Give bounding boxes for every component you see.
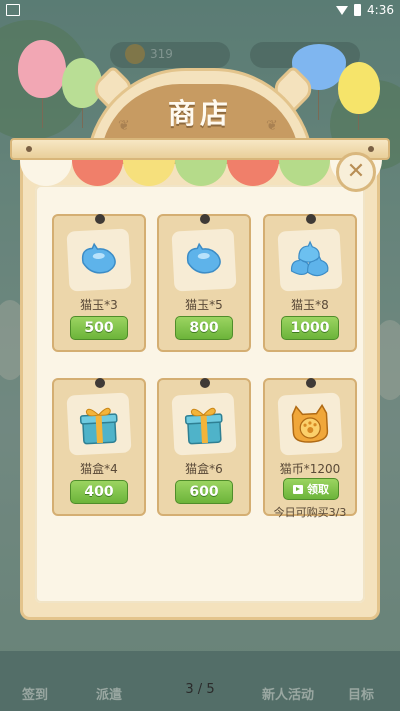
- wifi-icon: [336, 5, 349, 15]
- awning-segment: [20, 160, 72, 186]
- purchase-limit: 今日可购买3/3: [273, 506, 347, 519]
- item-icon-frame: [277, 228, 343, 292]
- awning-segment: [226, 160, 279, 186]
- cat-coin-icon: [291, 403, 329, 443]
- page-indicator: 3 / 5: [185, 682, 215, 697]
- cat-jade-pile-icon: [290, 240, 329, 277]
- item-icon-frame: [171, 392, 237, 456]
- item-name: 猫玉*8: [291, 298, 329, 312]
- leaf-deco-right-icon: ❦: [266, 118, 278, 134]
- balloon-pink-icon: [18, 40, 66, 98]
- close-x-icon: ✕: [346, 159, 366, 184]
- awning: [20, 160, 383, 190]
- buy-button[interactable]: 400: [70, 480, 128, 504]
- gallery-notification-icon: [6, 4, 20, 16]
- pin-icon: [306, 214, 316, 224]
- item-name: 猫盒*6: [185, 462, 223, 476]
- item-name: 猫玉*3: [80, 298, 118, 312]
- item-name: 猫盒*4: [80, 462, 118, 476]
- buy-button[interactable]: 500: [70, 316, 128, 340]
- item-icon-frame: [66, 392, 132, 456]
- shop-item-card[interactable]: 猫币*1200 领取 今日可购买3/3: [263, 378, 357, 519]
- awning-segment: [278, 160, 331, 186]
- item-icon-frame: [171, 228, 237, 292]
- awning-segment: [71, 160, 124, 186]
- leaf-deco-left-icon: ❦: [118, 118, 130, 134]
- close-button[interactable]: ✕: [336, 152, 376, 192]
- cat-jade-icon: [186, 242, 221, 274]
- pin-icon: [200, 378, 210, 388]
- buy-button[interactable]: 800: [175, 316, 233, 340]
- shop-item-card[interactable]: 猫盒*4 400: [52, 378, 146, 516]
- balloon-yellow-icon: [338, 62, 380, 114]
- item-name: 猫玉*5: [185, 298, 223, 312]
- pin-icon: [95, 378, 105, 388]
- gift-box-icon: [79, 407, 118, 445]
- pin-icon: [306, 378, 316, 388]
- buy-button[interactable]: 1000: [281, 316, 339, 340]
- wooden-plank: [10, 138, 390, 160]
- shop-item-card[interactable]: 猫玉*5 800: [157, 214, 251, 352]
- cat-jade-icon: [81, 242, 116, 274]
- shop-item-card[interactable]: 猫玉*8 1000: [263, 214, 357, 352]
- item-icon-frame: [277, 392, 343, 456]
- claim-button[interactable]: 领取: [283, 478, 339, 500]
- status-time: 4:36: [367, 3, 394, 17]
- status-bar: 4:36: [0, 0, 400, 20]
- awning-segment: [123, 160, 176, 186]
- video-ad-icon: [293, 484, 303, 494]
- shop-item-card[interactable]: 猫盒*6 600: [157, 378, 251, 516]
- awning-segment: [175, 160, 227, 186]
- item-name: 猫币*1200: [279, 462, 341, 476]
- shop-item-card[interactable]: 猫玉*3 500: [52, 214, 146, 352]
- pin-icon: [95, 214, 105, 224]
- pin-icon: [200, 214, 210, 224]
- item-icon-frame: [66, 228, 132, 292]
- battery-icon: [354, 4, 362, 16]
- claim-label: 领取: [307, 483, 329, 496]
- buy-button[interactable]: 600: [175, 480, 233, 504]
- gift-box-icon: [184, 407, 223, 445]
